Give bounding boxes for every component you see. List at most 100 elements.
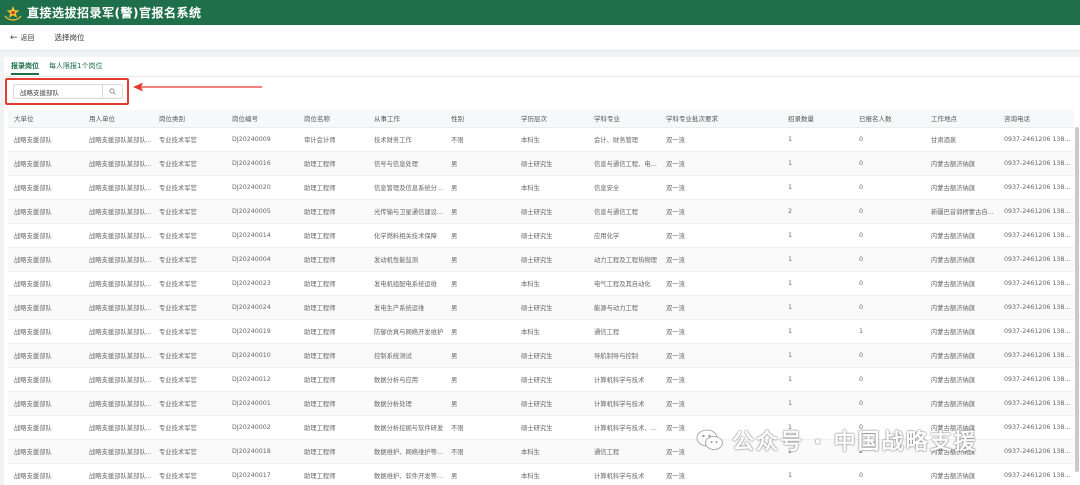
table-row[interactable]: 战略支援部队 战略支援部队某部队01 专业技术军官 DJ20240023 助理工程师 发电…	[8, 271, 1074, 296]
table-cell: 男	[445, 319, 515, 344]
table-cell: 专业技术军官	[153, 415, 226, 440]
table-cell: 通信工程	[588, 319, 660, 344]
table-cell: 化学燃料相关技术保障	[368, 223, 445, 248]
search-button[interactable]	[102, 85, 122, 98]
table-cell: 0937-2461206 138307...	[998, 463, 1074, 485]
table-cell: 不限	[445, 127, 515, 152]
table-row[interactable]: 战略支援部队 战略支援部队某部队01 专业技术军官 DJ20240001 助理工程师 数据…	[8, 391, 1074, 416]
table-cell: 内蒙古额济纳旗	[925, 463, 998, 485]
table-cell: 计算机科学与技术	[588, 391, 660, 416]
table-cell: 2	[782, 199, 853, 224]
table-cell: 0937-2461206 138307...	[998, 199, 1074, 224]
table-cell: DJ20240012	[226, 367, 298, 392]
table-cell: 内蒙古额济纳旗	[925, 223, 998, 248]
table-cell: 0	[853, 199, 925, 224]
table-cell: 双一流	[660, 343, 782, 368]
table-cell: 战略支援部队	[8, 319, 83, 344]
table-cell: 0937-2461206 138307...	[998, 271, 1074, 296]
table-cell: 专业技术军官	[153, 247, 226, 272]
tab-positions[interactable]: 报录岗位	[11, 61, 39, 75]
table-row[interactable]: 战略支援部队 战略支援部队某部队01 专业技术军官 DJ20240019 助理工程师 防御…	[8, 319, 1074, 344]
search-icon	[109, 88, 116, 95]
column-header: 学历层次	[515, 110, 588, 128]
table-cell: 助理工程师	[298, 319, 368, 344]
table-cell: 男	[445, 151, 515, 176]
table-cell: 防御仿真与网络开发维护	[368, 319, 445, 344]
table-cell: 应用化学	[588, 223, 660, 248]
table-cell: 战略支援部队某部队01	[83, 367, 153, 392]
table-cell: 硕士研究生	[515, 391, 588, 416]
table-cell: 甘肃酒泉	[925, 127, 998, 152]
table-cell: 专业技术军官	[153, 151, 226, 176]
table-cell: 硕士研究生	[515, 415, 588, 440]
table-cell: 0	[853, 271, 925, 296]
table-cell: 本科生	[515, 439, 588, 464]
table-cell: 男	[445, 175, 515, 200]
table-cell: 战略支援部队	[8, 247, 83, 272]
table-cell: 助理工程师	[298, 223, 368, 248]
table-cell: 硕士研究生	[515, 343, 588, 368]
table-cell: 本科生	[515, 271, 588, 296]
table-cell: 1	[782, 247, 853, 272]
table-cell: 0937-2461206 138307...	[998, 439, 1074, 464]
table-row[interactable]: 战略支援部队 战略支援部队某部队01 专业技术军官 DJ20240016 助理工程师 信号…	[8, 151, 1074, 176]
table-cell: 男	[445, 247, 515, 272]
table-cell: 发电机组配电系统运维	[368, 271, 445, 296]
table-row[interactable]: 战略支援部队 战略支援部队某部队01 专业技术军官 DJ20240009 审计会计师 技术…	[8, 127, 1074, 152]
column-header: 岗位名称	[298, 110, 368, 128]
arrow-left-icon: ←	[10, 32, 18, 43]
table-row[interactable]: 战略支援部队 战略支援部队某部队01 专业技术军官 DJ20240014 助理工程师 化学…	[8, 223, 1074, 248]
table-cell: 内蒙古额济纳旗	[925, 319, 998, 344]
table-cell: 1	[782, 463, 853, 485]
table-cell: 内蒙古额济纳旗	[925, 271, 998, 296]
table-cell: 0937-2461206 138307...	[998, 175, 1074, 200]
table-cell: 本科生	[515, 463, 588, 485]
table-cell: 双一流	[660, 391, 782, 416]
table-cell: 男	[445, 343, 515, 368]
table-row[interactable]: 战略支援部队 战略支援部队某部队01 专业技术军官 DJ20240020 助理工程师 信息…	[8, 175, 1074, 200]
table-cell: 1	[853, 319, 925, 344]
table-cell: 专业技术军官	[153, 463, 226, 485]
table-cell: 0937-2461206 138307...	[998, 223, 1074, 248]
table-cell: 计算机科学与技术	[588, 367, 660, 392]
table-scrollbar[interactable]	[1075, 127, 1079, 472]
table-row[interactable]: 战略支援部队 战略支援部队某部队01 专业技术军官 DJ20240012 助理工程师 数据…	[8, 367, 1074, 392]
search-input[interactable]	[20, 87, 102, 96]
table-row[interactable]: 战略支援部队 战略支援部队某部队01 专业技术军官 DJ20240005 助理工程师 光传…	[8, 199, 1074, 224]
table-cell: DJ20240016	[226, 151, 298, 176]
table-cell: 0	[853, 295, 925, 320]
tab-limit-note[interactable]: 每人限报1个岗位	[49, 61, 102, 75]
table-cell: 能源与动力工程	[588, 295, 660, 320]
table-cell: 内蒙古额济纳旗	[925, 391, 998, 416]
table-row[interactable]: 战略支援部队 战略支援部队某部队01 专业技术军官 DJ20240024 助理工程师 发电…	[8, 295, 1074, 320]
table-cell: 战略支援部队某部队01	[83, 223, 153, 248]
column-header: 从事工作	[368, 110, 445, 128]
back-label: 返回	[20, 33, 35, 42]
table-row[interactable]: 战略支援部队 战略支援部队某部队01 专业技术军官 DJ20240017 助理工程师 数据…	[8, 463, 1074, 485]
table-cell: 信息管理及信息系统分...	[368, 175, 445, 200]
table-cell: 0937-2461206 138307...	[998, 415, 1074, 440]
table-cell: 战略支援部队某部队01	[83, 319, 153, 344]
back-button[interactable]: ← 返回	[10, 33, 35, 43]
table-cell: 助理工程师	[298, 391, 368, 416]
table-row[interactable]: 战略支援部队 战略支援部队某部队01 专业技术军官 DJ20240004 助理工程师 发动…	[8, 247, 1074, 272]
table-cell: 0	[853, 247, 925, 272]
table-cell: DJ20240023	[226, 271, 298, 296]
table-cell: 计算机科学与技术	[588, 463, 660, 485]
table-cell: DJ20240002	[226, 415, 298, 440]
table-cell: 数据维护、网络维护等...	[368, 439, 445, 464]
table-cell: 硕士研究生	[515, 247, 588, 272]
table-cell: 专业技术军官	[153, 319, 226, 344]
table-cell: 专业技术军官	[153, 271, 226, 296]
table-cell: 内蒙古额济纳旗	[925, 343, 998, 368]
table-cell: 信息与通信工程、电子...	[588, 151, 660, 176]
table-cell: 1	[782, 175, 853, 200]
table-cell: 0937-2461206 138307...	[998, 127, 1074, 152]
table-cell: DJ20240020	[226, 175, 298, 200]
table-cell: 硕士研究生	[515, 295, 588, 320]
table-cell: 0	[853, 343, 925, 368]
table-cell: 0	[853, 223, 925, 248]
table-row[interactable]: 战略支援部队 战略支援部队某部队01 专业技术军官 DJ20240010 助理工程师 控制…	[8, 343, 1074, 368]
table-cell: 1	[782, 295, 853, 320]
table-cell: 本科生	[515, 127, 588, 152]
